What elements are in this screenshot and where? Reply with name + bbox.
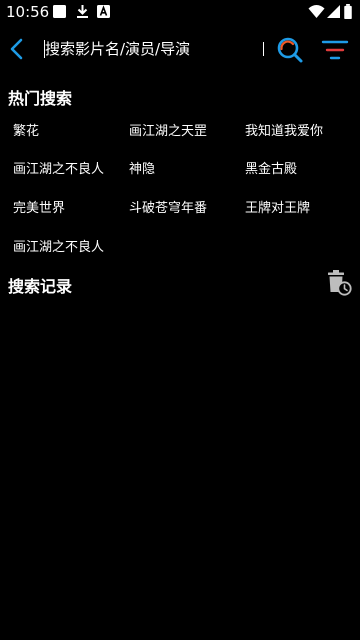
hot-search-item[interactable]: 画江湖之不良人 [13, 158, 104, 177]
image-icon [53, 5, 66, 18]
hot-search-item[interactable]: 黑金古殿 [245, 158, 297, 177]
filter-icon[interactable] [320, 38, 350, 62]
history-title: 搜索记录 [8, 277, 73, 296]
download-icon [77, 5, 88, 18]
hot-search-item[interactable]: 王牌对王牌 [245, 197, 310, 216]
font-icon [97, 5, 110, 18]
hot-search-item[interactable]: 画江湖之不良人 [13, 236, 104, 255]
clear-history-icon[interactable] [324, 268, 354, 298]
status-bar: 10:56 [0, 0, 360, 24]
search-field-divider [263, 42, 264, 56]
hot-search-item[interactable]: 我知道我爱你 [245, 120, 323, 139]
search-icon[interactable] [276, 36, 304, 64]
text-cursor [44, 40, 45, 58]
search-toolbar [0, 28, 360, 72]
status-time: 10:56 [6, 3, 50, 21]
hot-search-title: 热门搜索 [8, 89, 73, 108]
hot-search-item[interactable]: 斗破苍穹年番 [129, 197, 207, 216]
search-input[interactable] [38, 34, 266, 64]
back-arrow-icon[interactable] [6, 36, 30, 62]
hot-search-item[interactable]: 完美世界 [13, 197, 65, 216]
hot-search-item[interactable]: 神隐 [129, 158, 155, 177]
signal-icon [327, 5, 340, 18]
wifi-icon [308, 5, 325, 19]
search-field[interactable] [38, 34, 270, 64]
hot-search-item[interactable]: 繁花 [13, 120, 39, 139]
battery-icon [344, 4, 352, 19]
hot-search-item[interactable]: 画江湖之天罡 [129, 120, 207, 139]
